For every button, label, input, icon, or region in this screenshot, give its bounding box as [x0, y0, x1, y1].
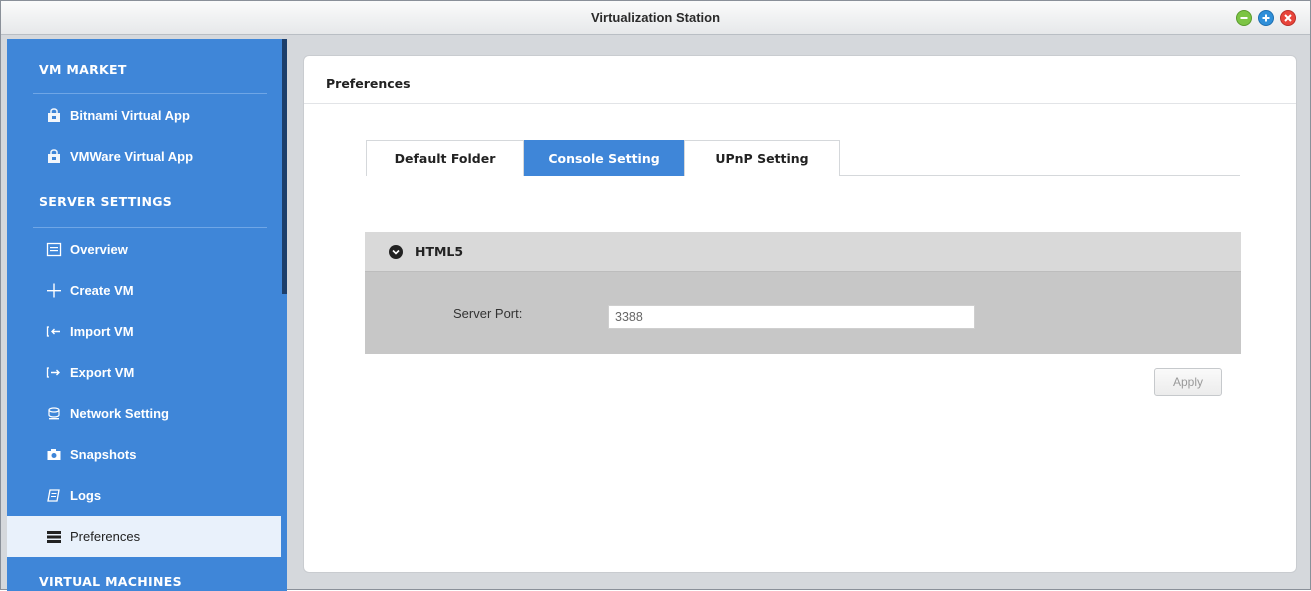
maximize-button[interactable]	[1258, 10, 1274, 26]
sidebar-item-snapshots[interactable]: Snapshots	[7, 434, 287, 475]
preferences-panel: Preferences Default Folder Console Setti…	[303, 55, 1297, 573]
section-header-virtual-machines: VIRTUAL MACHINES	[7, 557, 287, 591]
window-title: Virtualization Station	[590, 10, 721, 25]
sidebar-item-label: Logs	[70, 488, 102, 503]
snapshot-icon	[45, 447, 63, 463]
sidebar-item-label: Preferences	[70, 529, 141, 544]
close-icon	[1284, 14, 1292, 22]
html5-group-header[interactable]: HTML5	[365, 232, 1241, 272]
sidebar: VM MARKET Bitnami Virtual App VMWare Vir…	[7, 39, 287, 591]
sidebar-item-label: Bitnami Virtual App	[70, 108, 190, 123]
tab-console-setting[interactable]: Console Setting	[524, 140, 684, 176]
minimize-button[interactable]	[1236, 10, 1252, 26]
network-icon	[45, 406, 63, 422]
overview-icon	[45, 242, 63, 258]
title-bar: Virtualization Station	[1, 1, 1310, 35]
sidebar-item-overview[interactable]: Overview	[7, 229, 287, 270]
preferences-icon	[45, 529, 63, 545]
app-window: Virtualization Station VM MARKET Bitnami…	[0, 0, 1311, 591]
section-header-server-settings: SERVER SETTINGS	[7, 177, 287, 229]
section-header-vm-market: VM MARKET	[7, 39, 287, 95]
sidebar-item-label: Snapshots	[70, 447, 137, 462]
sidebar-item-vmware[interactable]: VMWare Virtual App	[7, 136, 287, 177]
apply-button[interactable]: Apply	[1154, 368, 1222, 396]
import-icon	[45, 324, 63, 340]
sidebar-item-create-vm[interactable]: Create VM	[7, 270, 287, 311]
sidebar-item-label: Export VM	[70, 365, 135, 380]
sidebar-item-label: Import VM	[70, 324, 134, 339]
server-port-label: Server Port:	[453, 306, 523, 321]
sidebar-item-network-setting[interactable]: Network Setting	[7, 393, 287, 434]
sidebar-item-label: Network Setting	[70, 406, 169, 421]
store-icon	[45, 149, 63, 165]
sidebar-item-import-vm[interactable]: Import VM	[7, 311, 287, 352]
sidebar-item-export-vm[interactable]: Export VM	[7, 352, 287, 393]
chevron-down-icon	[389, 244, 403, 259]
page-title: Preferences	[304, 56, 1296, 104]
sidebar-item-bitnami[interactable]: Bitnami Virtual App	[7, 95, 287, 136]
export-icon	[45, 365, 63, 381]
sidebar-item-label: VMWare Virtual App	[70, 149, 194, 164]
tab-default-folder[interactable]: Default Folder	[366, 140, 524, 176]
close-button[interactable]	[1280, 10, 1296, 26]
html5-group: HTML5 Server Port: 3388	[365, 232, 1241, 354]
plus-icon	[1262, 14, 1270, 22]
tab-upnp-setting[interactable]: UPnP Setting	[684, 140, 840, 176]
group-label: HTML5	[415, 244, 464, 259]
sidebar-item-preferences[interactable]: Preferences	[7, 516, 281, 557]
sidebar-item-label: Create VM	[70, 283, 134, 298]
server-port-input[interactable]: 3388	[608, 305, 975, 329]
sidebar-item-logs[interactable]: Logs	[7, 475, 287, 516]
window-controls	[1236, 10, 1296, 26]
logs-icon	[45, 488, 63, 504]
store-icon	[45, 108, 63, 124]
sidebar-item-label: Overview	[70, 242, 128, 257]
tab-bar: Default Folder Console Setting UPnP Sett…	[366, 140, 1240, 176]
minus-icon	[1240, 17, 1248, 19]
plus-icon	[45, 283, 63, 299]
